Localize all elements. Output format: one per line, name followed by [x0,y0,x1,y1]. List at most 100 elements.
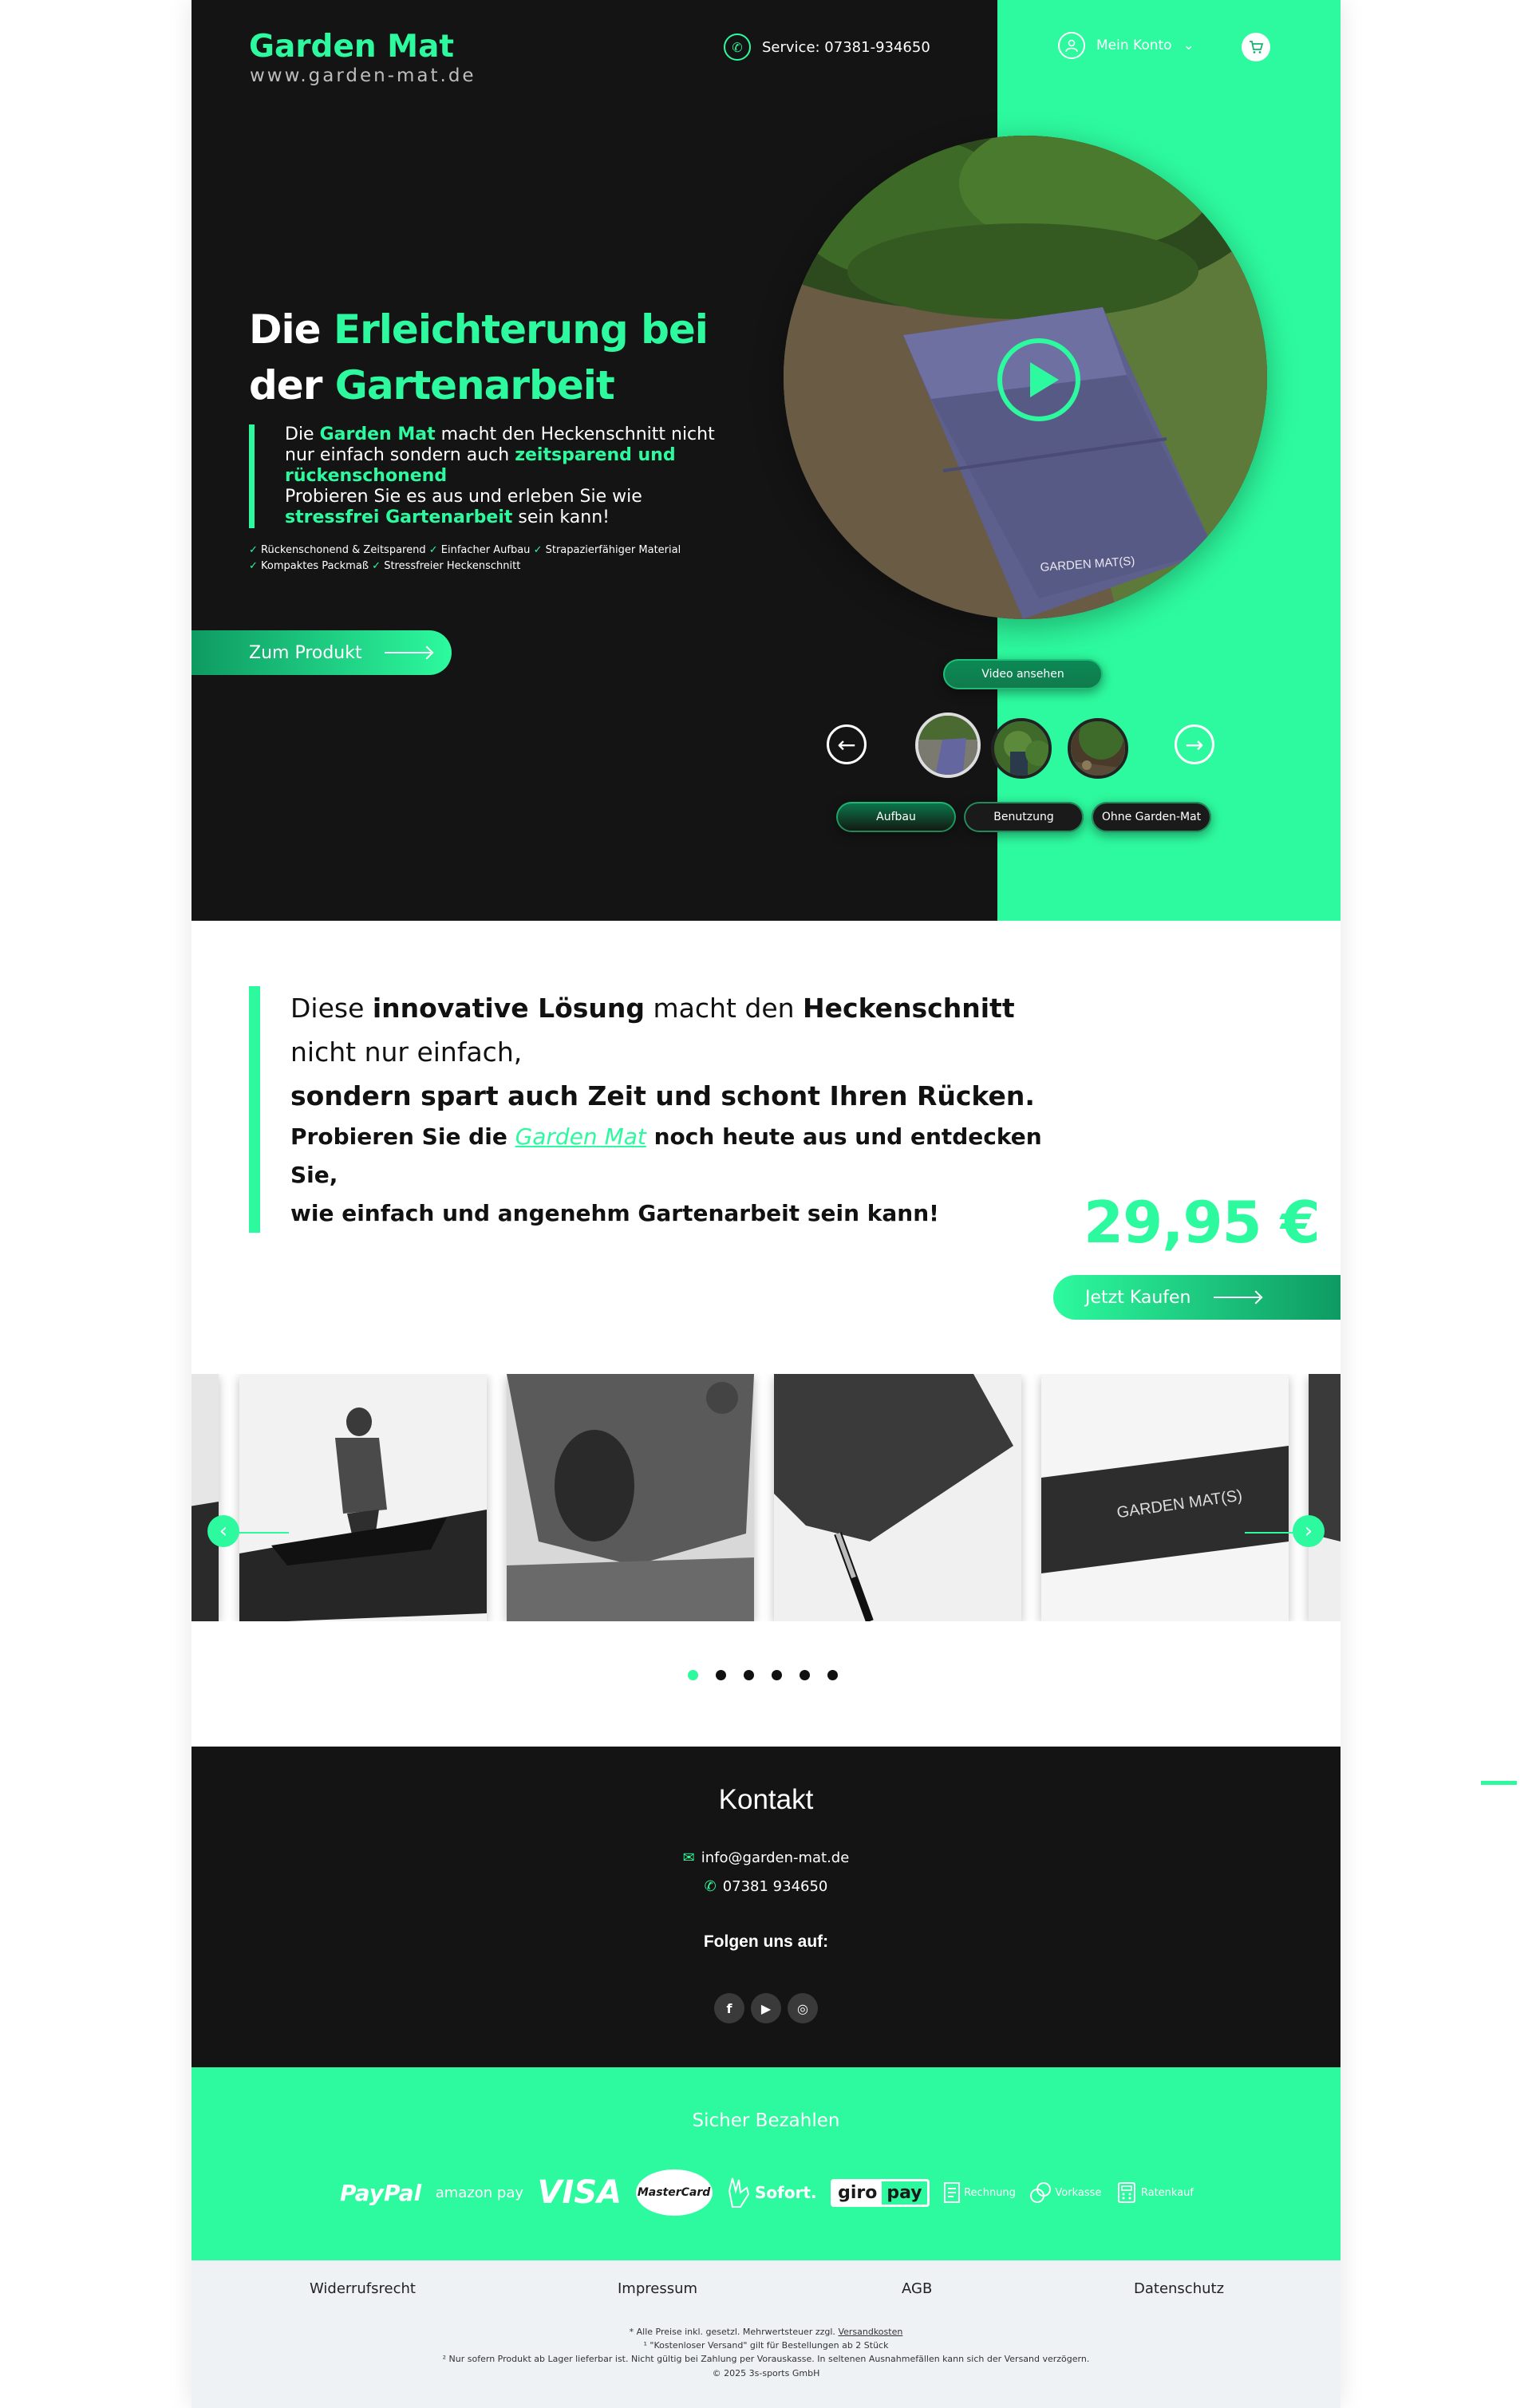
vorkasse-option: Vorkasse [1029,2181,1101,2204]
vorkasse-label: Vorkasse [1055,2186,1102,2199]
product-carousel[interactable]: GARDEN MAT(S) [192,1374,1340,1621]
copyright: © 2025 3s-sports GmbH [712,2368,820,2378]
mastercard-logo: MasterCard [635,2169,713,2216]
carousel-dot[interactable] [744,1670,754,1680]
tab-aufbau[interactable]: Aufbau [836,802,956,832]
carousel-slide [1309,1374,1340,1621]
video-thumb-ohne[interactable] [1068,718,1128,779]
carousel-dot[interactable] [688,1670,698,1680]
payment-section [192,2067,1340,2260]
facebook-icon[interactable]: f [714,1993,744,2023]
pay-label: pay [886,2182,922,2203]
rechnung-option: Rechnung [943,2181,1016,2204]
watch-video-button[interactable]: Video ansehen [943,659,1103,689]
buy-now-button[interactable]: Jetzt Kaufen [1053,1275,1340,1320]
product-price: 29,95 € [1084,1189,1321,1256]
intro-text: Probieren Sie es aus und erleben Sie wie [285,487,642,507]
carousel-slide: GARDEN MAT(S) [1041,1374,1289,1621]
to-product-label: Zum Produkt [249,642,362,663]
quote-text: macht den [645,993,804,1024]
quote-line-1: Diese innovative Lösung macht den Hecken… [290,986,1047,1074]
arrow-right-icon [384,652,431,653]
service-phone[interactable]: ✆ Service: 07381-934650 [724,34,930,61]
hero-intro: Die Garden Mat macht den Heckenschnitt n… [249,424,728,528]
carousel-slide [774,1374,1021,1621]
quote-text: nicht nur einfach, [290,1036,523,1068]
email-text: info@garden-mat.de [701,1849,850,1866]
link-widerrufsrecht[interactable]: Widerrufsrecht [310,2280,416,2297]
contact-phone[interactable]: ✆ 07381 934650 [192,1878,1340,1895]
giro-label: giro [833,2181,882,2205]
carousel-slide [507,1374,754,1621]
account-label: Mein Konto [1096,38,1172,53]
chevron-left-icon: ‹ [219,1519,228,1543]
rechnung-label: Rechnung [964,2186,1016,2199]
prev-video-button[interactable]: ← [827,724,867,764]
quote-line-4: wie einfach und angenehm Gartenarbeit se… [290,1200,939,1226]
feature-item: Kompaktes Packmaß [261,560,369,572]
coins-icon [1030,2182,1052,2203]
cart-icon [1250,41,1264,53]
amazon-pay-logo: amazon pay [435,2184,524,2201]
service-label: Service: 07381-934650 [762,38,930,56]
buy-now-label: Jetzt Kaufen [1085,1287,1191,1308]
headline-white-1: Die [249,306,334,353]
logo-title[interactable]: Garden Mat [249,29,454,65]
intro-text: Die [285,424,320,444]
quote-text: Diese [290,993,373,1024]
ratenkauf-label: Ratenkauf [1140,2186,1194,2199]
tab-ohne-garden-mat[interactable]: Ohne Garden-Mat [1092,802,1211,832]
mail-icon: ✉ [682,1849,695,1866]
chevron-down-icon: ⌄ [1183,38,1194,53]
arrow-right-icon: → [1185,731,1204,758]
quote-line-2: sondern spart auch Zeit und schont Ihren… [290,1080,1035,1111]
fine-print-shipping: ¹ "Kostenloser Versand" gilt für Bestell… [643,2340,889,2351]
link-datenschutz[interactable]: Datenschutz [1134,2280,1224,2297]
fine-print-prices: * Alle Preise inkl. gesetzl. Mehrwertste… [192,2325,1340,2339]
next-video-button[interactable]: → [1175,724,1214,764]
carousel-dot[interactable] [827,1670,838,1680]
calculator-icon [1117,2182,1135,2203]
shipping-costs-link[interactable]: Versandkosten [838,2327,902,2337]
carousel-prev-button[interactable]: ‹ [207,1515,239,1547]
cart-button[interactable] [1242,33,1270,61]
link-agb[interactable]: AGB [902,2280,932,2297]
giropay-logo: giro pay [831,2178,930,2207]
feature-item: Rückenschonend & Zeitsparend [261,544,426,556]
tab-benutzung[interactable]: Benutzung [964,802,1084,832]
paypal-logo: PayPal [340,2179,422,2206]
fine-print-delivery: ² Nur sofern Produkt ab Lager lieferbar … [442,2354,1090,2364]
info-quote: Diese innovative Lösung macht den Hecken… [249,986,1047,1233]
to-product-button[interactable]: Zum Produkt [192,630,452,675]
check-icon: ✓ [533,544,543,556]
ratenkauf-option: Ratenkauf [1115,2181,1194,2204]
intro-text: sein kann! [512,507,610,527]
youtube-icon[interactable]: ▶ [751,1993,781,2023]
garden-mat-link[interactable]: Garden Mat [515,1123,646,1150]
phone-icon: ✆ [724,34,751,61]
instagram-icon[interactable]: ◎ [788,1993,818,2023]
check-icon: ✓ [249,560,258,572]
link-impressum[interactable]: Impressum [618,2280,697,2297]
video-thumb-benutzung[interactable] [991,718,1052,779]
arrow-left-icon: ← [837,731,856,758]
invoice-icon [944,2182,961,2203]
sofort-hand-icon [728,2177,750,2208]
chevron-right-icon: › [1304,1519,1313,1543]
account-menu[interactable]: Mein Konto ⌄ [1058,32,1194,59]
contact-email[interactable]: ✉ info@garden-mat.de [192,1849,1340,1866]
feature-item: Strapazierfähiger Material [545,544,681,556]
quote-bold: innovative Lösung [372,993,646,1024]
carousel-next-button[interactable]: › [1293,1515,1325,1547]
carousel-dot[interactable] [800,1670,810,1680]
check-icon: ✓ [428,544,438,556]
video-thumb-aufbau[interactable] [915,713,981,778]
carousel-dot[interactable] [716,1670,726,1680]
side-accent-line [1481,1781,1517,1785]
headline-green-1: Erleichterung bei [333,306,709,353]
play-button[interactable] [997,338,1080,421]
carousel-dot[interactable] [772,1670,782,1680]
phone-text: 07381 934650 [722,1878,828,1895]
feature-item: Stressfreier Heckenschnitt [384,560,521,572]
carousel-dots [688,1670,838,1680]
